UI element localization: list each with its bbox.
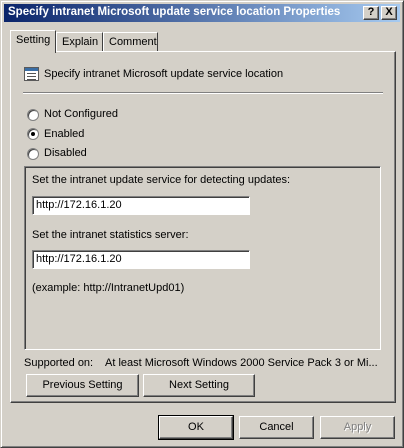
- supported-on-value: At least Microsoft Windows 2000 Service …: [105, 357, 378, 369]
- apply-button[interactable]: Apply: [320, 416, 395, 439]
- help-icon: ?: [367, 6, 375, 18]
- radio-disabled[interactable]: [27, 148, 39, 160]
- title-bar[interactable]: Specify intranet Microsoft update servic…: [4, 4, 400, 22]
- radio-enabled-label[interactable]: Enabled: [44, 128, 84, 140]
- tab-comment-label: Comment: [109, 36, 157, 48]
- radio-not-configured-label[interactable]: Not Configured: [44, 108, 118, 120]
- update-service-label: Set the intranet update service for dete…: [32, 174, 291, 186]
- policy-name: Specify intranet Microsoft update servic…: [44, 68, 284, 80]
- tab-setting[interactable]: Setting: [10, 30, 56, 53]
- policy-icon: [24, 67, 39, 81]
- header-divider: [23, 92, 383, 94]
- supported-on-label: Supported on:: [24, 357, 94, 369]
- radio-enabled[interactable]: [27, 128, 39, 140]
- close-button[interactable]: X: [381, 6, 397, 20]
- previous-setting-button[interactable]: Previous Setting: [26, 374, 139, 397]
- example-text: (example: http://IntranetUpd01): [32, 282, 185, 294]
- radio-disabled-label[interactable]: Disabled: [44, 147, 87, 159]
- next-setting-button[interactable]: Next Setting: [143, 374, 255, 397]
- statistics-server-label: Set the intranet statistics server:: [32, 229, 189, 241]
- radio-not-configured[interactable]: [27, 109, 39, 121]
- tab-explain-label: Explain: [62, 36, 99, 48]
- radio-selected-dot: [31, 132, 35, 136]
- window-title: Specify intranet Microsoft update servic…: [8, 6, 341, 18]
- close-icon: X: [385, 6, 393, 18]
- update-service-input[interactable]: http://172.16.1.20: [32, 196, 250, 215]
- tab-comment[interactable]: Comment: [103, 32, 158, 52]
- statistics-server-input[interactable]: http://172.16.1.20: [32, 250, 250, 269]
- cancel-button[interactable]: Cancel: [239, 416, 314, 439]
- properties-dialog: Specify intranet Microsoft update servic…: [0, 0, 404, 448]
- help-button[interactable]: ?: [363, 6, 379, 20]
- tab-explain[interactable]: Explain: [56, 32, 103, 52]
- tab-setting-label: Setting: [16, 34, 51, 46]
- ok-button[interactable]: OK: [158, 415, 234, 440]
